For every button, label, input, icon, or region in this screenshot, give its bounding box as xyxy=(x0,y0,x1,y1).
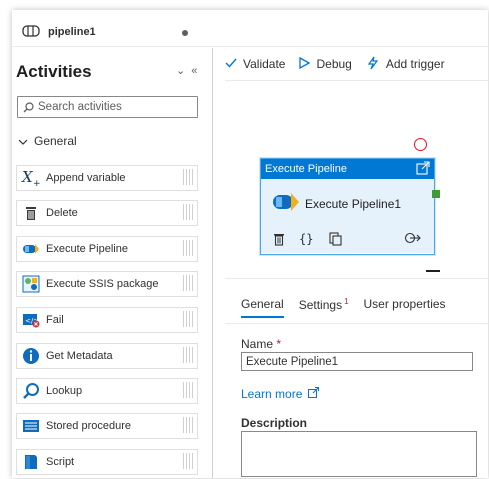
ssis-package-icon xyxy=(19,273,43,295)
activity-label: Execute SSIS package xyxy=(46,278,159,290)
activity-label: Script xyxy=(46,456,75,468)
unsaved-dot-icon xyxy=(182,30,188,36)
pipeline-toolbar: Validate Debug Add trigger xyxy=(225,50,445,78)
name-field-label: Name * xyxy=(241,337,281,351)
activity-label: Lookup xyxy=(46,385,83,397)
learn-more-link[interactable]: Learn more xyxy=(241,387,320,401)
execute-pipeline-activity-node[interactable]: Execute Pipeline Execute Pipeline1 {} xyxy=(260,158,435,255)
node-body: Execute Pipeline1 {} xyxy=(261,179,434,253)
tabs-divider xyxy=(225,323,488,324)
panel-resize-handle[interactable] xyxy=(426,270,440,272)
append-variable-icon: X + xyxy=(19,167,43,189)
delete-icon xyxy=(19,202,43,224)
chevron-down-icon xyxy=(18,134,28,148)
drag-handle-icon[interactable] xyxy=(183,347,195,363)
tab-user-properties-label: User properties xyxy=(363,297,446,311)
pipeline-tab-title: pipeline1 xyxy=(48,26,96,38)
tab-general-label: General xyxy=(241,297,284,311)
add-output-arrow-icon[interactable] xyxy=(404,232,422,247)
fail-icon: </> xyxy=(19,309,43,331)
drag-handle-icon[interactable] xyxy=(183,169,195,185)
success-connector-handle[interactable] xyxy=(432,190,440,198)
script-icon xyxy=(19,451,43,473)
delete-icon[interactable] xyxy=(273,232,285,249)
activity-delete[interactable]: Delete xyxy=(16,200,198,226)
activity-fail[interactable]: </> Fail xyxy=(16,307,198,333)
name-input[interactable] xyxy=(241,352,473,371)
activity-script[interactable]: Script xyxy=(16,449,198,475)
copy-icon[interactable] xyxy=(329,232,343,249)
execute-pipeline-icon xyxy=(19,238,43,260)
drag-handle-icon[interactable] xyxy=(183,453,195,469)
pipeline-tab[interactable]: pipeline1 xyxy=(22,18,192,46)
activity-label: Fail xyxy=(46,314,64,326)
drag-handle-icon[interactable] xyxy=(183,204,195,220)
properties-tabs: General Settings 1 User properties xyxy=(241,297,446,318)
node-header: Execute Pipeline xyxy=(261,159,434,179)
lookup-icon xyxy=(19,380,43,402)
activity-stored-procedure[interactable]: Stored procedure xyxy=(16,413,198,439)
collapse-panel-button[interactable]: ⌄« xyxy=(176,64,203,77)
play-icon xyxy=(299,56,311,72)
activity-get-metadata[interactable]: Get Metadata xyxy=(16,343,198,369)
description-field-label: Description xyxy=(241,416,308,430)
tab-general[interactable]: General xyxy=(241,297,284,318)
node-header-label: Execute Pipeline xyxy=(265,163,347,175)
stored-procedure-icon xyxy=(19,415,43,437)
drag-handle-icon[interactable] xyxy=(183,240,195,256)
add-trigger-button[interactable]: Add trigger xyxy=(366,56,445,73)
add-trigger-label: Add trigger xyxy=(385,57,445,71)
tab-settings-label: Settings xyxy=(298,298,343,312)
learn-more-label: Learn more xyxy=(241,387,303,401)
activities-heading: Activities xyxy=(16,62,92,81)
open-in-new-icon xyxy=(308,387,320,401)
error-indicator-icon[interactable] xyxy=(414,138,427,151)
search-icon xyxy=(23,101,34,113)
checkmark-icon xyxy=(225,57,237,71)
activity-label: Delete xyxy=(46,207,78,219)
name-label-text: Name xyxy=(241,337,274,351)
svg-text:{}: {} xyxy=(299,232,313,246)
document-tab-bar: pipeline1 xyxy=(12,10,488,47)
execute-pipeline-icon xyxy=(271,189,301,218)
debug-label: Debug xyxy=(316,57,352,71)
drag-handle-icon[interactable] xyxy=(183,417,195,433)
drag-handle-icon[interactable] xyxy=(183,311,195,327)
activity-label: Execute Pipeline xyxy=(46,243,128,255)
tab-settings[interactable]: Settings 1 xyxy=(299,297,349,318)
activities-panel: Activities ⌄« General X+ Append variable xyxy=(12,48,213,478)
activity-lookup[interactable]: Lookup xyxy=(16,378,198,404)
activity-label: Stored procedure xyxy=(46,420,131,432)
code-braces-icon[interactable]: {} xyxy=(299,232,315,249)
general-group-label: General xyxy=(34,134,77,148)
node-activity-name: Execute Pipeline1 xyxy=(305,197,402,211)
trigger-icon xyxy=(366,56,380,73)
tab-user-properties[interactable]: User properties xyxy=(364,297,446,318)
validate-label: Validate xyxy=(243,57,286,71)
drag-handle-icon[interactable] xyxy=(183,275,195,291)
open-in-new-icon[interactable] xyxy=(416,161,430,178)
settings-error-badge: 1 xyxy=(344,297,349,306)
info-icon xyxy=(19,345,43,367)
app-window: pipeline1 Activities ⌄« General X+ Appen… xyxy=(12,10,488,478)
search-activities-input[interactable] xyxy=(34,101,188,113)
description-input[interactable] xyxy=(241,431,477,477)
activity-label: Append variable xyxy=(46,172,126,184)
general-group-header[interactable]: General xyxy=(18,134,77,148)
properties-panel: General Settings 1 User properties Name *… xyxy=(225,278,488,477)
drag-handle-icon[interactable] xyxy=(183,382,195,398)
debug-button[interactable]: Debug xyxy=(299,56,352,72)
required-marker: * xyxy=(276,337,282,351)
activity-execute-pipeline[interactable]: Execute Pipeline xyxy=(16,236,198,262)
activity-execute-ssis-package[interactable]: Execute SSIS package xyxy=(16,271,198,297)
node-actions: {} xyxy=(273,232,343,249)
activity-append-variable[interactable]: X + Append variable xyxy=(16,165,198,191)
search-activities[interactable] xyxy=(17,96,198,118)
validate-button[interactable]: Validate xyxy=(225,57,285,71)
activity-label: Get Metadata xyxy=(46,350,113,362)
pipeline-icon xyxy=(22,24,40,40)
svg-text:+: + xyxy=(33,179,41,187)
